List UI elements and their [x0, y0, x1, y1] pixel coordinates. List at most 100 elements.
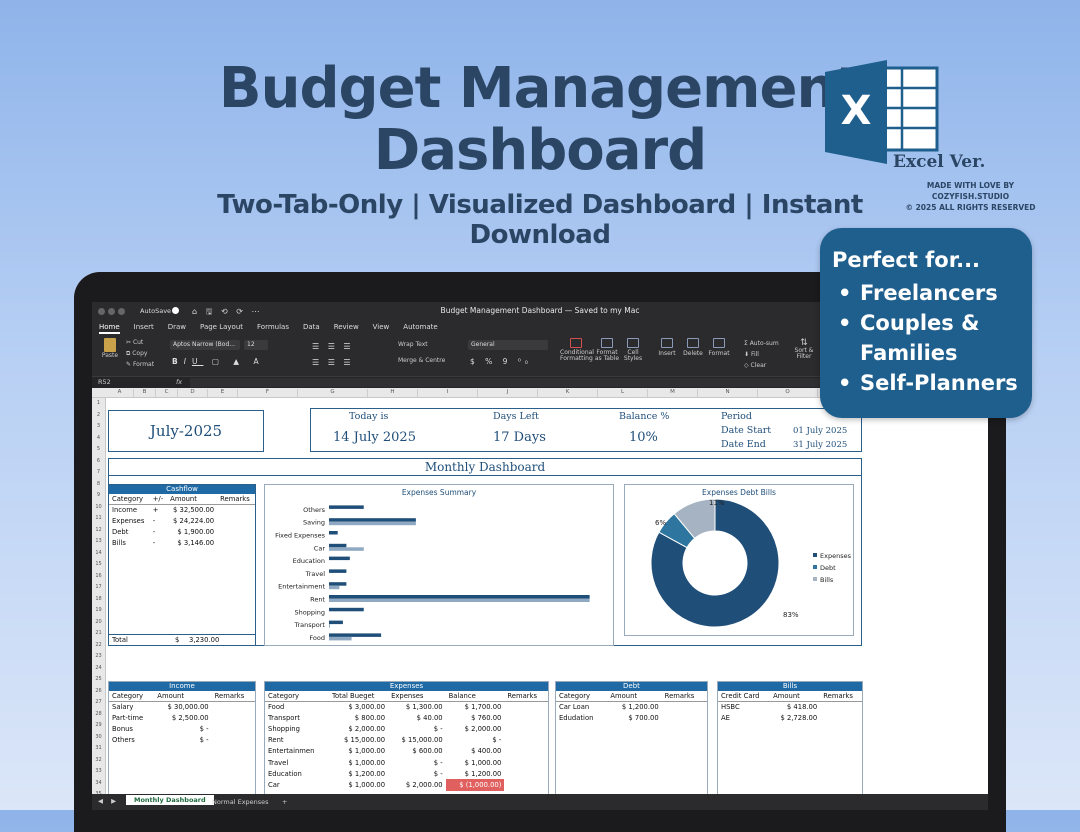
row-header[interactable]: 4: [92, 433, 105, 445]
column-header[interactable]: A: [106, 389, 134, 398]
fx-icon[interactable]: fx: [176, 378, 182, 386]
bar-mark[interactable]: [329, 624, 330, 628]
bar-mark[interactable]: [329, 585, 340, 590]
format-painter-button[interactable]: ✎ Format: [126, 359, 154, 370]
row-header[interactable]: 27: [92, 697, 105, 709]
delete-button[interactable]: Delete: [682, 338, 704, 357]
row-header[interactable]: 24: [92, 663, 105, 675]
row-header[interactable]: 29: [92, 720, 105, 732]
tab-review[interactable]: Review: [334, 323, 359, 334]
row-header[interactable]: 32: [92, 755, 105, 767]
tab-monthly-dashboard[interactable]: Monthly Dashboard: [126, 795, 214, 805]
number-format-select[interactable]: General: [468, 340, 548, 350]
column-header[interactable]: M: [648, 389, 698, 398]
wrap-text-button[interactable]: Wrap Text: [398, 341, 428, 348]
tab-automate[interactable]: Automate: [403, 323, 437, 334]
tab-formulas[interactable]: Formulas: [257, 323, 289, 334]
add-sheet-button[interactable]: +: [274, 797, 295, 807]
bar-mark[interactable]: [329, 598, 590, 603]
format-as-table-button[interactable]: Format as Table: [594, 338, 620, 362]
alignment-icons[interactable]: ☰ ☰ ☰: [312, 342, 354, 351]
alignment-icons-row2[interactable]: ☰ ☰ ☰: [312, 358, 354, 367]
column-header[interactable]: O: [758, 389, 818, 398]
column-header[interactable]: I: [418, 389, 478, 398]
cell-reference[interactable]: R52: [98, 378, 111, 386]
cell-styles-button[interactable]: Cell Styles: [622, 338, 644, 362]
clear-button[interactable]: ◇ Clear: [744, 360, 779, 371]
row-header[interactable]: 21: [92, 628, 105, 640]
column-header[interactable]: E: [208, 389, 238, 398]
row-header[interactable]: 11: [92, 513, 105, 525]
conditional-formatting-button[interactable]: Conditional Formatting: [560, 338, 594, 362]
bar-mark[interactable]: [329, 505, 364, 509]
insert-button[interactable]: Insert: [656, 338, 678, 357]
tab-home[interactable]: Home: [99, 323, 120, 334]
row-header[interactable]: 20: [92, 617, 105, 629]
tab-draw[interactable]: Draw: [168, 323, 186, 334]
sort-filter-button[interactable]: ⇅ Sort & Filter: [792, 338, 816, 360]
number-format-icons[interactable]: $ % 9 ⁰₀: [470, 357, 532, 366]
row-header[interactable]: 14: [92, 548, 105, 560]
row-header[interactable]: 9: [92, 490, 105, 502]
column-header[interactable]: J: [478, 389, 538, 398]
row-header[interactable]: 10: [92, 502, 105, 514]
row-header[interactable]: 17: [92, 582, 105, 594]
bar-mark[interactable]: [329, 547, 364, 551]
row-header[interactable]: 13: [92, 536, 105, 548]
sheet-nav-icons[interactable]: ◀ ▶: [98, 797, 119, 805]
bar-mark[interactable]: [329, 633, 382, 637]
row-header[interactable]: 33: [92, 766, 105, 778]
row-header[interactable]: 7: [92, 467, 105, 479]
row-header[interactable]: 2: [92, 410, 105, 422]
row-header[interactable]: 16: [92, 571, 105, 583]
column-header[interactable]: G: [298, 389, 368, 398]
tab-view[interactable]: View: [373, 323, 390, 334]
fill-button[interactable]: ⬇ Fill: [744, 349, 779, 360]
column-header[interactable]: C: [156, 389, 178, 398]
row-header[interactable]: 18: [92, 594, 105, 606]
column-header[interactable]: L: [598, 389, 648, 398]
column-header[interactable]: F: [238, 389, 298, 398]
tab-page-layout[interactable]: Page Layout: [200, 323, 243, 334]
font-name-select[interactable]: Aptos Narrow (Bod...: [170, 340, 240, 350]
merge-centre-button[interactable]: Merge & Centre: [398, 357, 445, 364]
tab-data[interactable]: Data: [303, 323, 320, 334]
column-header[interactable]: D: [178, 389, 208, 398]
bar-mark[interactable]: [329, 543, 347, 548]
format-button[interactable]: Format: [708, 338, 730, 357]
column-header[interactable]: N: [698, 389, 758, 398]
row-header[interactable]: 25: [92, 674, 105, 686]
bar-mark[interactable]: [329, 582, 347, 586]
bar-mark[interactable]: [329, 556, 350, 561]
row-header[interactable]: 19: [92, 605, 105, 617]
bar-mark[interactable]: [329, 607, 364, 612]
column-header[interactable]: K: [538, 389, 598, 398]
column-header[interactable]: B: [134, 389, 156, 398]
row-header[interactable]: 15: [92, 559, 105, 571]
row-header[interactable]: 1: [92, 398, 105, 410]
row-header[interactable]: 12: [92, 525, 105, 537]
bar-mark[interactable]: [329, 518, 416, 522]
font-size-select[interactable]: 12: [244, 340, 268, 350]
column-header[interactable]: H: [368, 389, 418, 398]
row-header[interactable]: 31: [92, 743, 105, 755]
row-header[interactable]: 22: [92, 640, 105, 652]
tab-normal-expenses[interactable]: Normal Expenses: [204, 797, 277, 807]
row-header[interactable]: 6: [92, 456, 105, 468]
row-header[interactable]: 26: [92, 686, 105, 698]
copy-button[interactable]: ⧉ Copy: [126, 348, 154, 359]
font-style-buttons[interactable]: BIU ▢ ▲ A: [172, 357, 265, 366]
row-header[interactable]: 30: [92, 732, 105, 744]
bar-mark[interactable]: [329, 620, 343, 625]
bar-mark[interactable]: [329, 569, 347, 573]
cut-button[interactable]: ✂ Cut: [126, 337, 154, 348]
autosum-button[interactable]: Σ Auto-sum: [744, 338, 779, 349]
bar-mark[interactable]: [329, 595, 590, 599]
bar-mark[interactable]: [329, 521, 416, 526]
row-header[interactable]: 23: [92, 651, 105, 663]
row-header[interactable]: 34: [92, 778, 105, 790]
bar-mark[interactable]: [329, 636, 352, 641]
tab-insert[interactable]: Insert: [134, 323, 154, 334]
bar-mark[interactable]: [329, 531, 338, 535]
row-header[interactable]: 28: [92, 709, 105, 721]
